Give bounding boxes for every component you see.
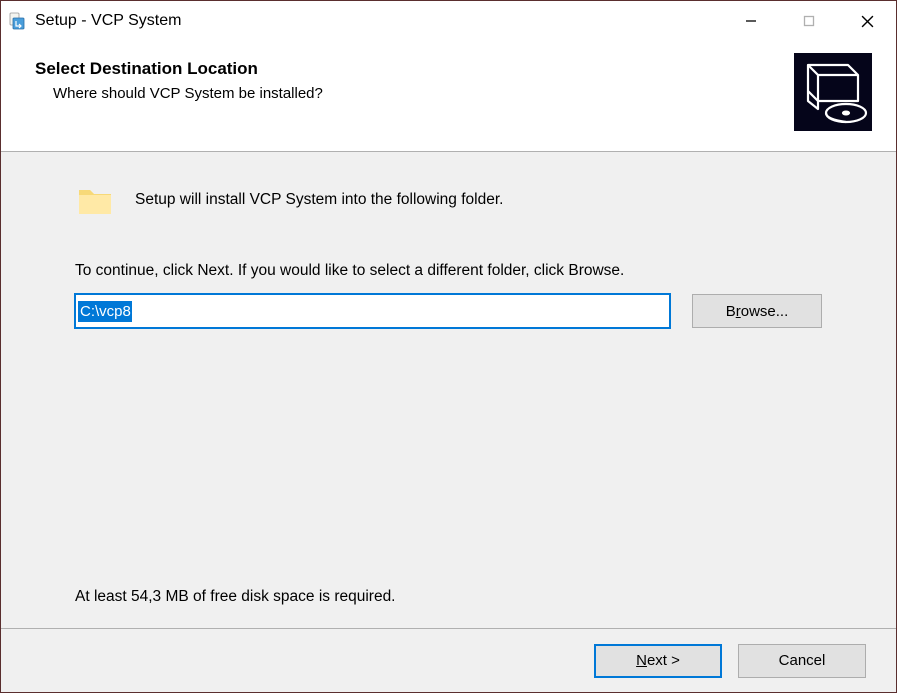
folder-icon [75,180,115,220]
titlebar: Setup - VCP System [1,1,896,41]
wizard-header: Select Destination Location Where should… [1,41,896,152]
page-subtitle: Where should VCP System be installed? [53,85,778,102]
setup-icon [7,11,27,31]
browse-button[interactable]: Browse... [692,294,822,328]
wizard-content: Setup will install VCP System into the f… [1,152,896,628]
continue-instruction-text: To continue, click Next. If you would li… [75,262,822,280]
computer-disc-icon [794,53,872,131]
page-title: Select Destination Location [35,59,778,79]
window-title: Setup - VCP System [35,12,722,30]
next-button[interactable]: Next > [594,644,722,678]
cancel-button[interactable]: Cancel [738,644,866,678]
setup-window: Setup - VCP System Select Destination Lo… [0,0,897,693]
install-path-input[interactable]: C:\vcp8 [75,294,670,328]
install-path-value: C:\vcp8 [78,301,132,322]
wizard-footer: Next > Cancel [1,628,896,692]
minimize-button[interactable] [722,1,780,41]
install-intro-text: Setup will install VCP System into the f… [135,191,503,209]
maximize-button [780,1,838,41]
disk-space-text: At least 54,3 MB of free disk space is r… [75,588,396,606]
close-button[interactable] [838,1,896,41]
